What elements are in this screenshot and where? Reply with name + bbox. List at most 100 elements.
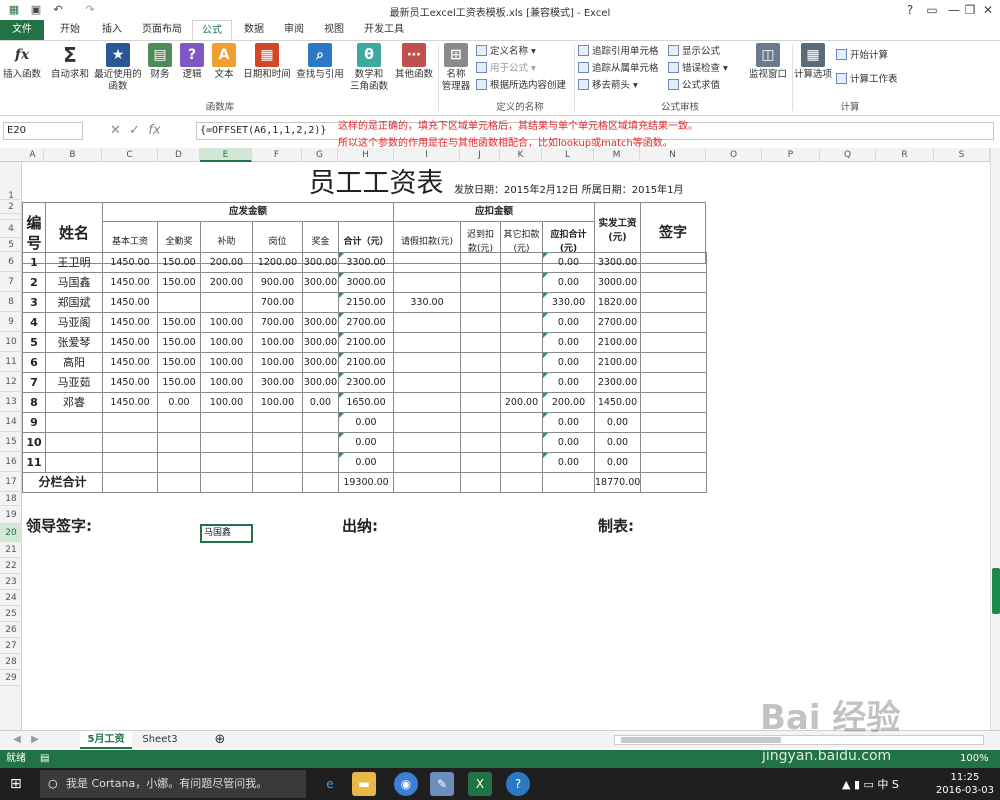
column-header[interactable]: F: [252, 148, 302, 162]
tab-developer[interactable]: 开发工具: [358, 20, 410, 40]
row-header[interactable]: 9: [0, 312, 22, 332]
vertical-scrollbar-thumb[interactable]: [992, 568, 1000, 614]
other-functions-button[interactable]: ⋯ 其他函数: [392, 43, 436, 81]
row-header[interactable]: 4: [0, 220, 22, 238]
ribbon-display-icon[interactable]: ▭: [920, 0, 944, 20]
excel-taskbar-icon[interactable]: X: [468, 772, 492, 796]
column-header[interactable]: H: [338, 148, 394, 162]
column-header[interactable]: J: [460, 148, 500, 162]
column-header[interactable]: S: [934, 148, 990, 162]
column-header[interactable]: B: [44, 148, 102, 162]
column-header[interactable]: K: [500, 148, 542, 162]
cancel-icon[interactable]: ✕: [110, 123, 121, 138]
column-header[interactable]: N: [640, 148, 706, 162]
row-header[interactable]: 13: [0, 392, 22, 412]
enter-icon[interactable]: ✓: [129, 123, 140, 138]
row-header[interactable]: 5: [0, 238, 22, 252]
column-header[interactable]: O: [706, 148, 762, 162]
row-header[interactable]: 19: [0, 506, 22, 524]
cortana-search[interactable]: ○ 我是 Cortana，小娜。有问题尽管问我。: [40, 770, 306, 798]
edge-icon[interactable]: e: [318, 772, 342, 796]
show-formulas-button[interactable]: 显示公式: [668, 45, 720, 59]
row-header[interactable]: 2: [0, 200, 22, 214]
column-header[interactable]: M: [594, 148, 640, 162]
row-header[interactable]: 18: [0, 492, 22, 506]
windows-start-icon[interactable]: ⊞: [10, 776, 22, 792]
row-header[interactable]: 23: [0, 574, 22, 590]
calculate-now-button[interactable]: 开始计算: [836, 49, 888, 63]
column-header[interactable]: R: [876, 148, 934, 162]
row-header[interactable]: 1: [0, 162, 22, 201]
trace-precedents-button[interactable]: 追踪引用单元格: [578, 45, 659, 59]
zoom-level[interactable]: 100%: [960, 750, 989, 768]
tab-review[interactable]: 审阅: [276, 20, 312, 40]
create-from-selection-button[interactable]: 根据所选内容创建: [476, 79, 566, 93]
column-header[interactable]: A: [22, 148, 44, 162]
close-icon[interactable]: ✕: [976, 0, 1000, 20]
column-header[interactable]: Q: [820, 148, 876, 162]
tab-formulas[interactable]: 公式: [192, 20, 232, 40]
name-box[interactable]: E20: [3, 122, 83, 140]
row-header[interactable]: 22: [0, 558, 22, 574]
datetime-button[interactable]: ▦ 日期和时间: [240, 43, 294, 81]
use-in-formula-button[interactable]: 用于公式 ▾: [476, 62, 536, 76]
column-header[interactable]: L: [542, 148, 594, 162]
row-header[interactable]: 16: [0, 452, 22, 472]
row-header[interactable]: 26: [0, 622, 22, 638]
tray-icons[interactable]: ▲ ▮ ▭ 中 S: [842, 776, 899, 792]
macro-record-icon[interactable]: ▤: [40, 750, 49, 768]
row-header[interactable]: 14: [0, 412, 22, 432]
clock[interactable]: 11:25 2016-03-03: [936, 771, 994, 797]
row-header[interactable]: 8: [0, 292, 22, 312]
tab-data[interactable]: 数据: [236, 20, 272, 40]
row-header[interactable]: 6: [0, 252, 22, 272]
sheet-tab-may-salary[interactable]: 5月工资: [80, 731, 132, 749]
sheet-tab-sheet3[interactable]: Sheet3: [136, 731, 184, 749]
autosum-button[interactable]: Σ 自动求和: [48, 43, 92, 81]
column-header[interactable]: G: [302, 148, 338, 162]
finance-button[interactable]: ▤ 财务: [146, 43, 174, 81]
row-header[interactable]: 25: [0, 606, 22, 622]
row-header[interactable]: 10: [0, 332, 22, 352]
row-header[interactable]: 29: [0, 670, 22, 686]
math-button[interactable]: θ 数学和 三角函数: [348, 43, 390, 93]
horizontal-scrollbar-thumb[interactable]: [621, 737, 781, 743]
insert-function-button[interactable]: fx 插入函数: [2, 43, 42, 81]
tab-home[interactable]: 开始: [50, 20, 90, 40]
fx-icon[interactable]: fx: [148, 123, 160, 138]
row-header[interactable]: 27: [0, 638, 22, 654]
column-header[interactable]: C: [102, 148, 158, 162]
recent-functions-button[interactable]: ★ 最近使用的 函数: [92, 43, 144, 93]
remove-arrows-button[interactable]: 移去箭头 ▾: [578, 79, 638, 93]
error-check-button[interactable]: 错误检查 ▾: [668, 62, 728, 76]
define-name-button[interactable]: 定义名称 ▾: [476, 45, 536, 59]
row-header[interactable]: 11: [0, 352, 22, 372]
active-cell-e20[interactable]: 马国鑫: [200, 524, 253, 543]
row-header[interactable]: 28: [0, 654, 22, 670]
logic-button[interactable]: ? 逻辑: [178, 43, 206, 81]
row-header[interactable]: 20: [0, 524, 22, 542]
tab-insert[interactable]: 插入: [92, 20, 132, 40]
tab-view[interactable]: 视图: [316, 20, 352, 40]
row-header[interactable]: 15: [0, 432, 22, 452]
help-taskbar-icon[interactable]: ?: [506, 772, 530, 796]
next-sheet-icon[interactable]: ▶: [28, 731, 42, 749]
watch-window-button[interactable]: ◫ 监视窗口: [746, 43, 790, 81]
trace-dependents-button[interactable]: 追踪从属单元格: [578, 62, 659, 76]
paint-icon[interactable]: ✎: [430, 772, 454, 796]
tab-file[interactable]: 文件: [0, 20, 44, 40]
column-header[interactable]: D: [158, 148, 200, 162]
lookup-button[interactable]: ⌕ 查找与引用: [294, 43, 346, 81]
explorer-icon[interactable]: ▬: [352, 772, 376, 796]
text-button[interactable]: A 文本: [210, 43, 238, 81]
tab-page-layout[interactable]: 页面布局: [136, 20, 188, 40]
evaluate-formula-button[interactable]: 公式求值: [668, 79, 720, 93]
vertical-scrollbar[interactable]: [990, 148, 1000, 730]
row-header[interactable]: 21: [0, 542, 22, 558]
row-header[interactable]: 7: [0, 272, 22, 292]
column-header[interactable]: I: [394, 148, 460, 162]
prev-sheet-icon[interactable]: ◀: [10, 731, 24, 749]
name-manager-button[interactable]: ⊞ 名称 管理器: [440, 43, 472, 93]
browser-icon[interactable]: ◉: [394, 772, 418, 796]
column-header[interactable]: E: [200, 148, 252, 162]
